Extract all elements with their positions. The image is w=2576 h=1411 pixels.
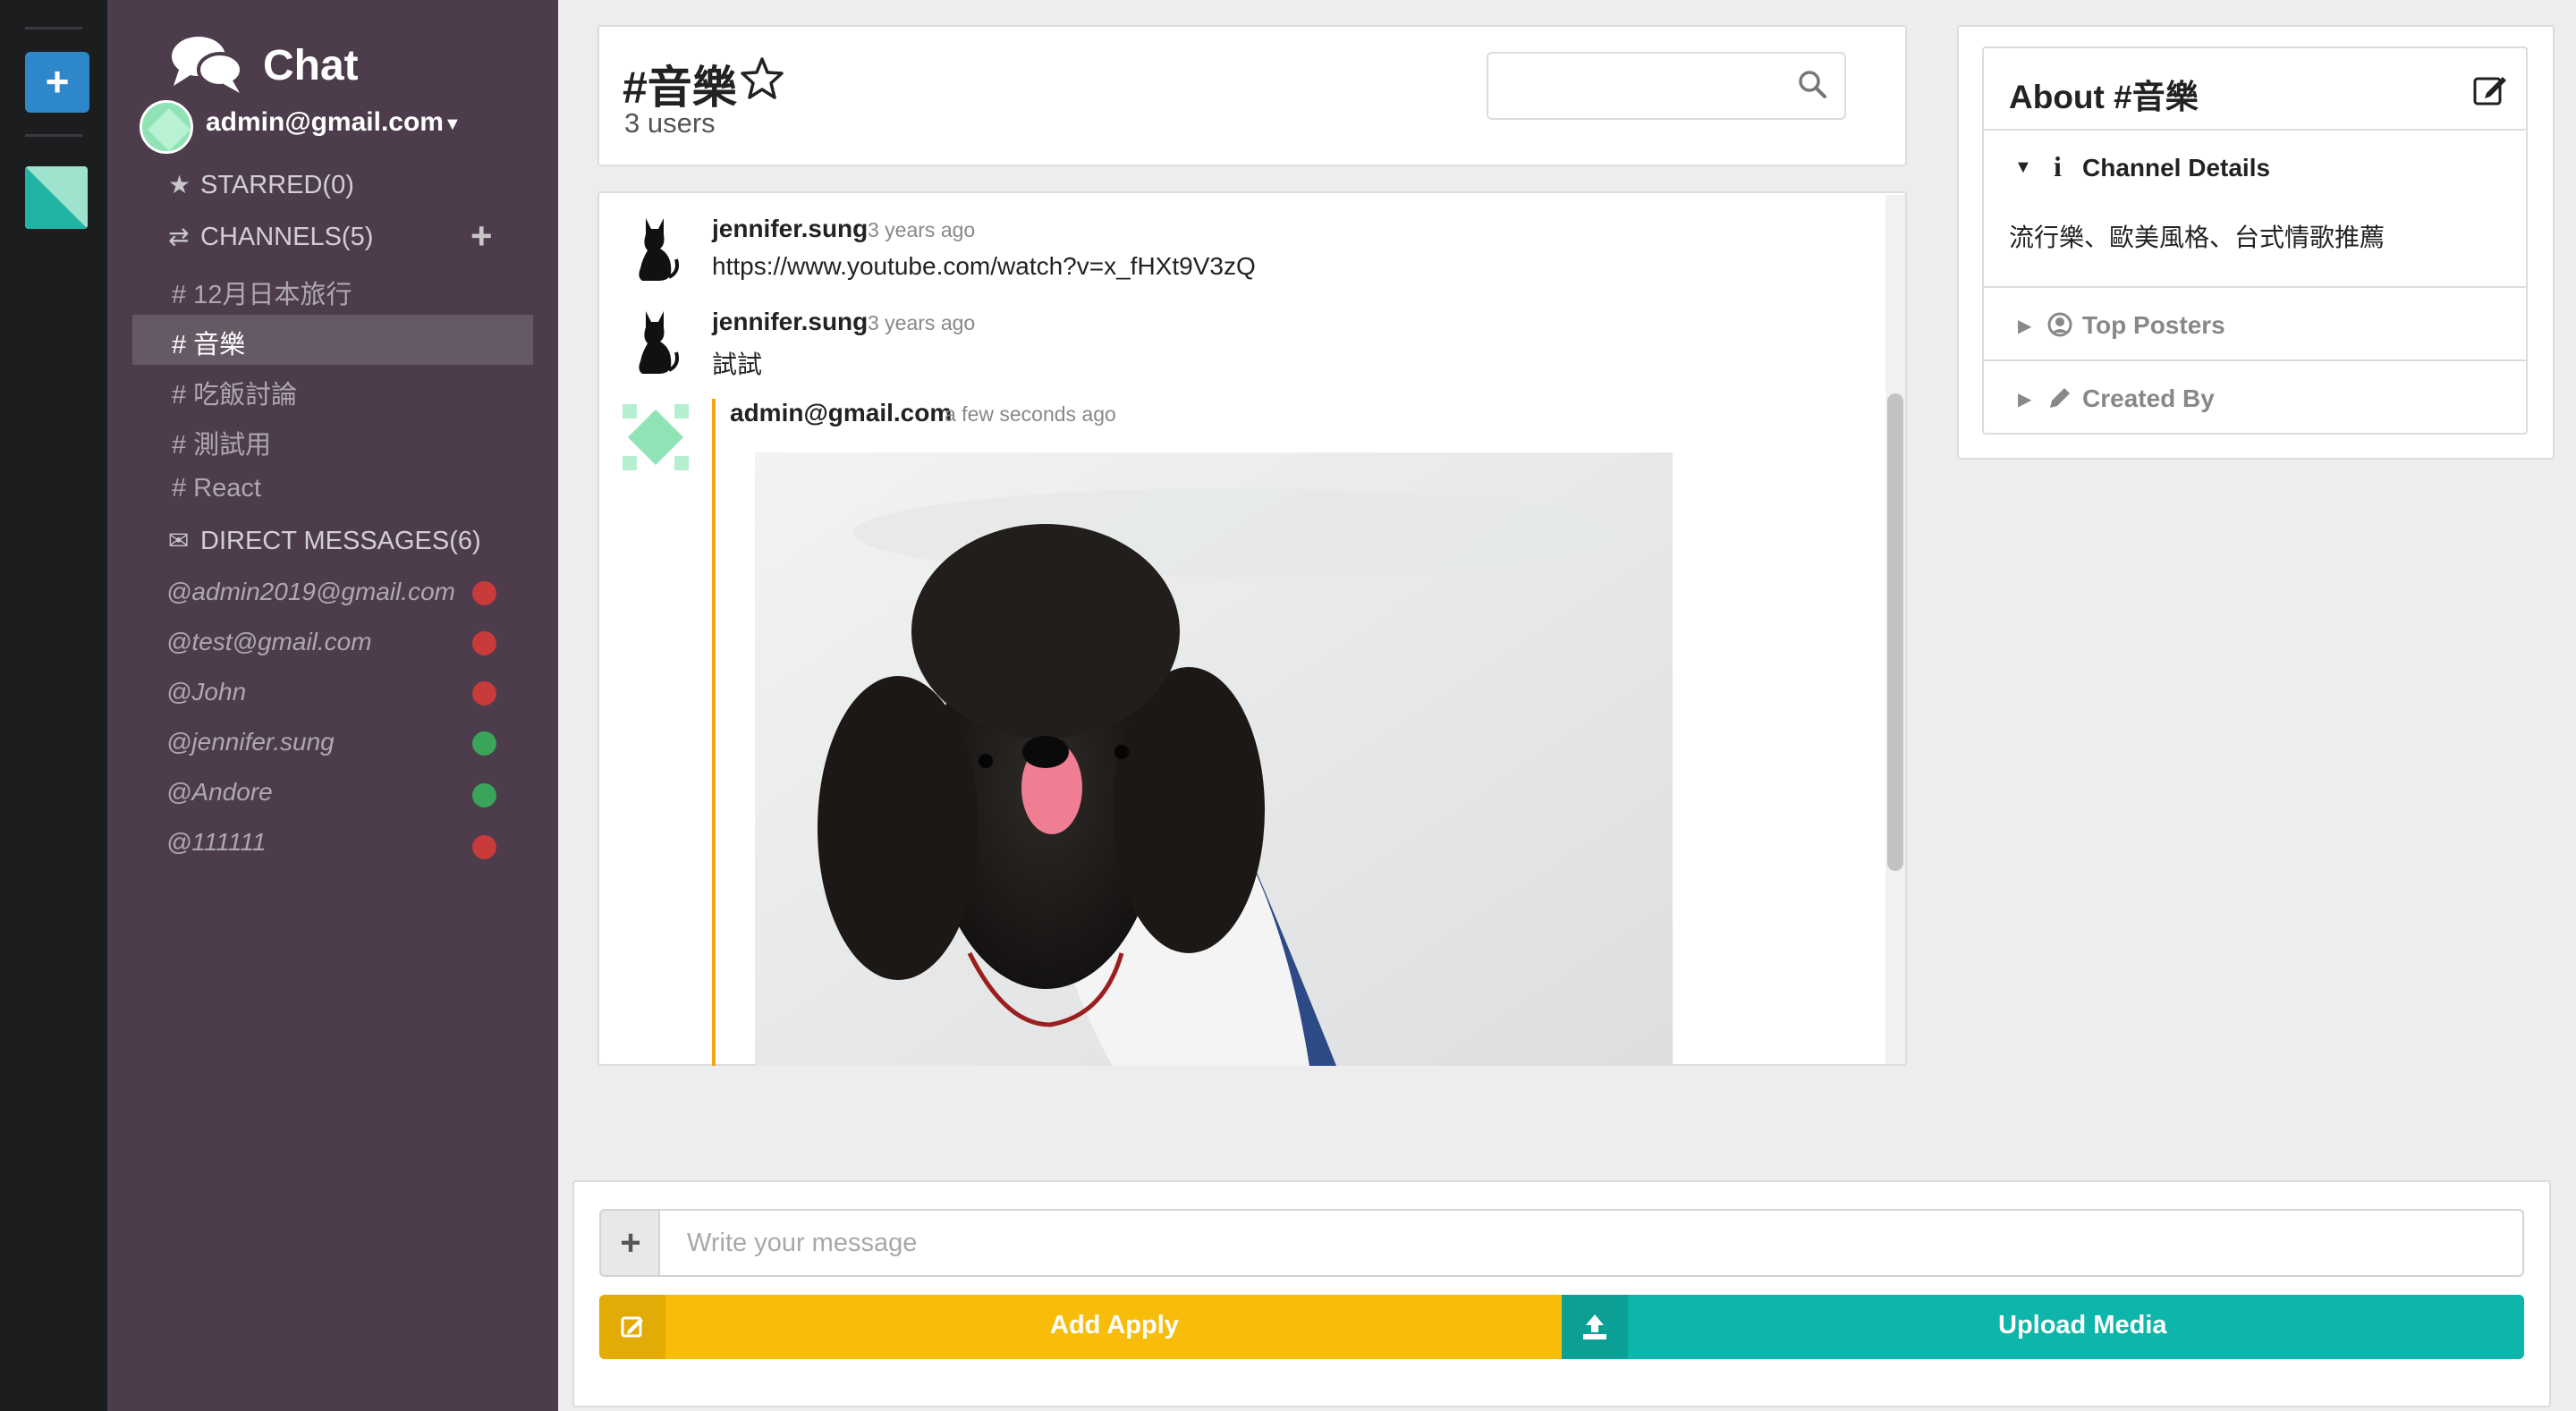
top-posters-toggle[interactable]: Top Posters xyxy=(2082,311,2225,340)
sidebar-channel-react[interactable]: # React xyxy=(172,474,261,503)
message-author[interactable]: jennifer.sung xyxy=(712,215,868,243)
message-scrollbar-thumb[interactable] xyxy=(1887,393,1903,871)
message-timestamp: 3 years ago xyxy=(868,311,976,334)
star-outline-icon[interactable] xyxy=(739,55,785,102)
search-icon[interactable] xyxy=(1796,68,1828,100)
message-image[interactable] xyxy=(755,452,1673,1066)
chat-bubbles-icon xyxy=(172,37,243,93)
status-offline-dot xyxy=(472,681,496,706)
created-by-toggle[interactable]: Created By xyxy=(2082,384,2215,413)
cat-avatar-icon xyxy=(639,311,679,374)
divider xyxy=(1984,359,2526,361)
user-circle-icon xyxy=(2047,312,2072,337)
channels-label: CHANNELS(5) xyxy=(200,223,374,251)
avatar[interactable] xyxy=(140,100,193,154)
sidebar-channel-音樂[interactable]: # 音樂 xyxy=(172,324,245,361)
caret-down-icon[interactable]: ▼ xyxy=(444,114,462,135)
sidebar-channel-12月日本旅行[interactable]: # 12月日本旅行 xyxy=(172,274,352,311)
dm-item-john[interactable]: @John xyxy=(166,678,246,706)
channels-section[interactable]: ⇄ CHANNELS(5) xyxy=(168,222,373,252)
starred-label: STARRED(0) xyxy=(200,171,354,199)
status-offline-dot xyxy=(472,835,496,859)
status-offline-dot xyxy=(472,581,496,605)
sidebar-channel-吃飯討論[interactable]: # 吃飯討論 xyxy=(172,374,297,411)
message-timestamp: 3 years ago xyxy=(868,218,976,241)
channel-details-toggle[interactable]: Channel Details xyxy=(2082,154,2270,182)
caret-right-icon[interactable]: ▶ xyxy=(2018,315,2031,337)
sidebar-channel-測試用[interactable]: # 測試用 xyxy=(172,424,271,461)
dm-item-andore[interactable]: @Andore xyxy=(166,778,273,807)
star-icon: ★ xyxy=(168,171,191,199)
dm-item-jennifer-sung[interactable]: @jennifer.sung xyxy=(166,728,335,756)
info-icon: i xyxy=(2054,150,2062,182)
app-title: Chat xyxy=(263,42,359,89)
message-text: 試試 xyxy=(712,351,763,378)
dm-item-test[interactable]: @test@gmail.com xyxy=(166,628,372,656)
divider xyxy=(1984,129,2526,131)
channel-description: 流行樂、歐美風格、台式情歌推薦 xyxy=(2009,224,2385,251)
rail-divider xyxy=(25,134,82,137)
rail-divider xyxy=(25,27,82,30)
direct-messages-label: DIRECT MESSAGES(6) xyxy=(200,527,481,555)
caret-right-icon[interactable]: ▶ xyxy=(2018,388,2031,410)
add-apply-button[interactable]: Add Apply xyxy=(599,1295,1562,1359)
message-link[interactable]: https://www.youtube.com/watch?v=x_fHXt9V… xyxy=(712,252,1256,281)
identicon-avatar xyxy=(623,404,689,470)
message-author[interactable]: admin@gmail.com xyxy=(730,399,952,427)
message-input[interactable] xyxy=(658,1209,2524,1277)
add-apply-label: Add Apply xyxy=(1050,1311,1179,1339)
divider xyxy=(1984,286,2526,288)
upload-media-button[interactable]: Upload Media xyxy=(1562,1295,2524,1359)
status-online-dot xyxy=(472,731,496,756)
attach-plus-button[interactable]: + xyxy=(599,1209,660,1277)
upload-icon xyxy=(1562,1295,1628,1359)
message-timestamp: a few seconds ago xyxy=(945,402,1116,426)
edit-icon[interactable] xyxy=(2472,72,2508,107)
status-offline-dot xyxy=(472,631,496,655)
dm-item-admin2019[interactable]: @admin2019@gmail.com xyxy=(166,578,455,606)
caret-down-icon[interactable]: ▼ xyxy=(2014,157,2032,178)
dm-item-111111[interactable]: @111111 xyxy=(166,828,266,857)
direct-messages-section[interactable]: ✉ DIRECT MESSAGES(6) xyxy=(168,526,481,556)
pencil-icon xyxy=(2050,388,2070,408)
own-message-accent xyxy=(712,399,716,1066)
message-author[interactable]: jennifer.sung xyxy=(712,308,868,336)
team-avatar[interactable] xyxy=(25,166,88,229)
edit-icon xyxy=(599,1295,665,1359)
cat-avatar-icon xyxy=(639,218,679,281)
about-title: About #音樂 xyxy=(2009,79,2199,115)
status-online-dot xyxy=(472,783,496,807)
user-email[interactable]: admin@gmail.com xyxy=(206,107,444,138)
exchange-icon: ⇄ xyxy=(168,223,190,250)
add-team-button[interactable]: + xyxy=(25,52,89,113)
envelope-icon: ✉ xyxy=(168,527,190,554)
starred-section[interactable]: ★ STARRED(0) xyxy=(168,170,354,200)
upload-media-label: Upload Media xyxy=(1998,1311,2167,1339)
add-channel-icon[interactable]: + xyxy=(470,215,493,258)
search-input[interactable] xyxy=(1487,52,1846,120)
channel-user-count: 3 users xyxy=(624,107,716,139)
